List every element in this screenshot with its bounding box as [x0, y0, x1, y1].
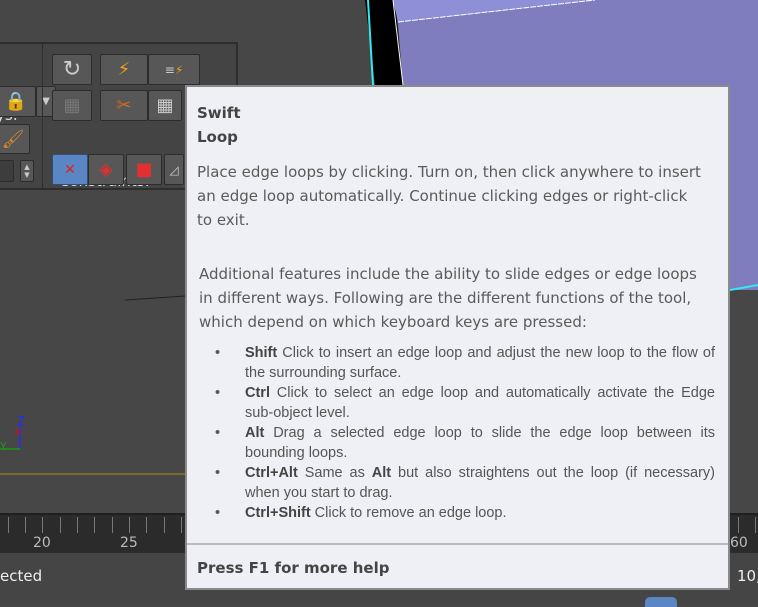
- blue-toggle-button[interactable]: [645, 597, 677, 607]
- scissors-icon: ✂: [116, 95, 132, 116]
- no-constraint-icon: ✕: [64, 161, 76, 178]
- gizmo-y: Y: [0, 440, 7, 453]
- quickslice-button[interactable]: ⚡: [100, 54, 148, 85]
- spinner[interactable]: ▲ ▼: [20, 160, 34, 182]
- timeline-label-60: 60: [730, 535, 748, 551]
- cube-edge-icon: ◈: [99, 159, 113, 180]
- cut-button[interactable]: ✂: [100, 90, 148, 121]
- timeline-label-20: 20: [33, 535, 51, 551]
- list-item: Alt Drag a selected edge loop to slide t…: [201, 423, 715, 463]
- grid-button[interactable]: ▦: [52, 90, 92, 121]
- lock-icon: 🔒: [4, 91, 28, 112]
- tooltip-title: Swift Loop: [197, 101, 241, 149]
- chevron-down-icon: ▼: [42, 96, 50, 107]
- refresh-icon: ↻: [62, 57, 82, 82]
- tooltip-title-line1: Swift: [197, 104, 241, 122]
- lightning-brush-icon: ⚡: [117, 59, 131, 80]
- swift-loop-button[interactable]: ≡⚡: [148, 54, 200, 85]
- list-item: Shift Click to insert an edge loop and a…: [201, 343, 715, 383]
- list-item: Ctrl Click to select an edge loop and au…: [201, 383, 715, 423]
- modifier-key-list: Shift Click to insert an edge loop and a…: [201, 343, 715, 523]
- swift-loop-tooltip: Swift Loop Place edge loops by clicking.…: [185, 85, 730, 590]
- constraint-normal-button[interactable]: ◿: [164, 154, 184, 185]
- repeat-last-button[interactable]: ↻: [52, 54, 92, 85]
- tooltip-divider: [187, 543, 728, 545]
- constraint-edge-button[interactable]: ◈: [88, 154, 124, 185]
- paint-button[interactable]: 🖌: [0, 124, 30, 154]
- swift-loop-icon: ≡⚡: [164, 62, 184, 77]
- spinner-arrows-icon: ▲ ▼: [24, 163, 30, 179]
- cube-face-icon: ■: [135, 159, 153, 180]
- gizmo-x: X: [14, 426, 22, 439]
- constraint-none-button[interactable]: ✕: [52, 154, 88, 185]
- selection-status: ected: [0, 567, 43, 585]
- tooltip-help-footer: Press F1 for more help: [197, 559, 390, 577]
- tooltip-description: Place edge loops by clicking. Turn on, t…: [197, 163, 701, 229]
- grid-icon: ▦: [63, 95, 81, 116]
- list-item: Ctrl+Shift Click to remove an edge loop.: [201, 503, 715, 523]
- paint-connect-button[interactable]: ▦: [148, 90, 182, 121]
- grid-brush-icon: ▦: [156, 95, 174, 116]
- tooltip-title-line2: Loop: [197, 128, 238, 146]
- coordinate-readout: 10,: [737, 567, 758, 585]
- timeline-label-25: 25: [120, 535, 138, 551]
- normal-icon: ◿: [169, 162, 179, 177]
- constraint-face-button[interactable]: ■: [126, 154, 162, 185]
- lock-button[interactable]: 🔒: [0, 86, 36, 117]
- brush-icon: 🖌: [1, 128, 25, 150]
- axis-gizmo: Z X Y: [0, 414, 25, 453]
- list-item: Ctrl+Alt Same as Alt but also straighten…: [201, 463, 715, 503]
- numeric-input[interactable]: [0, 160, 14, 182]
- tooltip-additional: Additional features include the ability …: [199, 265, 697, 331]
